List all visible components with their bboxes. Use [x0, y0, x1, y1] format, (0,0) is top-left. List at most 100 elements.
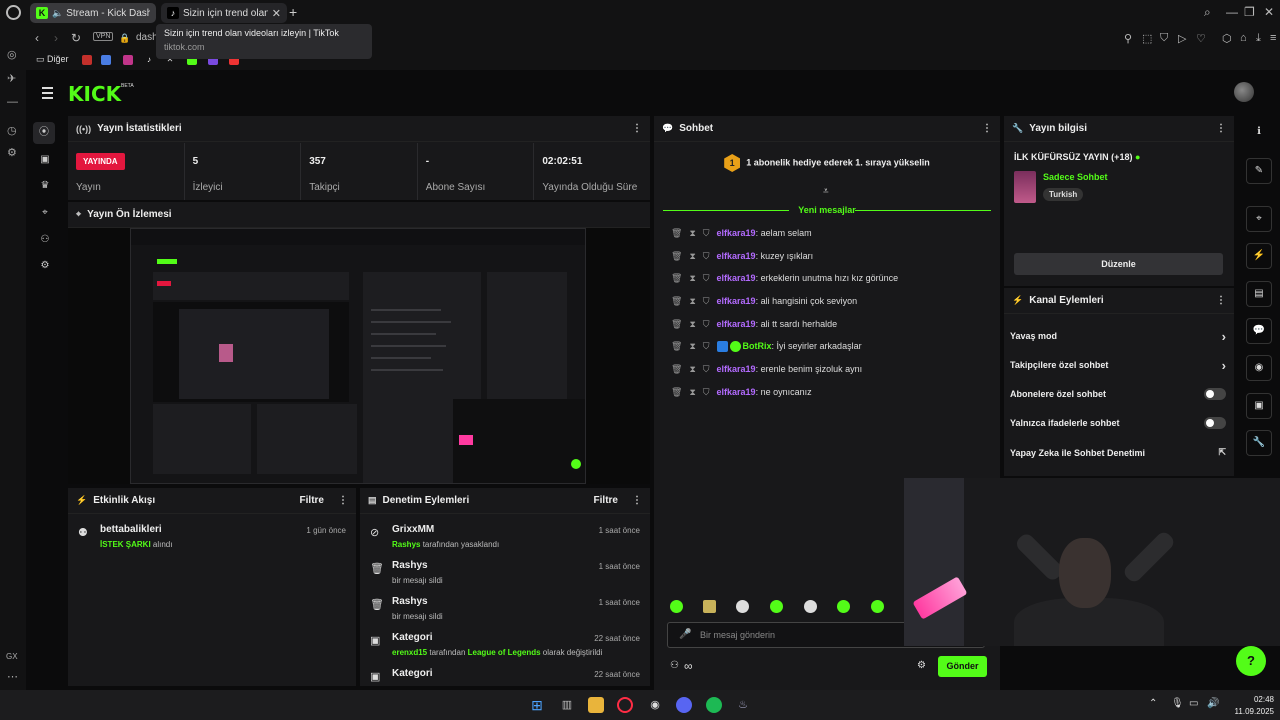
ban-shield-icon[interactable]: ⛉ — [703, 319, 710, 329]
microphone-icon[interactable]: 🎤 — [679, 629, 691, 640]
emote-icon[interactable] — [770, 600, 783, 613]
ban-shield-icon[interactable]: ⛉ — [703, 296, 710, 306]
slow-mode-item[interactable]: Yavaş mod › — [1010, 329, 1226, 344]
moderation-item-name[interactable]: Kategori — [392, 632, 433, 643]
delete-icon[interactable]: 🗑 — [671, 273, 682, 283]
taskbar-clock[interactable]: 02:48 11.09.2025 — [1234, 694, 1274, 718]
back-icon[interactable]: ‹ — [35, 31, 39, 45]
more-options-icon[interactable]: ⋮ — [1216, 295, 1226, 306]
filter-button[interactable]: Filtre — [300, 495, 324, 506]
downloads-icon[interactable]: ⤓ — [1256, 32, 1261, 45]
delete-icon[interactable]: 🗑 — [671, 387, 682, 397]
timeout-icon[interactable]: ⧗ — [689, 341, 695, 351]
stream-preview-video[interactable] — [68, 228, 650, 484]
more-options-icon[interactable]: ⋮ — [338, 495, 348, 506]
network-icon[interactable]: ▭ — [1189, 698, 1198, 709]
tiktok-icon[interactable]: ♪ — [144, 55, 154, 65]
infinity-icon[interactable]: ∞ — [684, 659, 693, 673]
extensions-icon[interactable]: ⬡ — [1222, 32, 1232, 45]
timeout-icon[interactable]: ⧗ — [689, 228, 695, 238]
chat-username[interactable]: elfkara19 — [717, 319, 756, 329]
task-view-icon[interactable]: ▥ — [559, 697, 575, 713]
opera-gx-icon[interactable] — [617, 697, 633, 713]
lock-icon[interactable]: 🔒 — [119, 33, 130, 44]
moderation-list-icon[interactable]: ▣ — [1246, 393, 1272, 419]
chat-username[interactable]: BotRix — [743, 341, 772, 351]
category-name[interactable]: Sadece Sohbet — [1043, 172, 1108, 182]
snapshot-icon[interactable]: ⬚ — [1142, 32, 1152, 45]
chat-username[interactable]: elfkara19 — [717, 273, 756, 283]
instagram-icon[interactable] — [123, 55, 133, 65]
shield-icon[interactable]: ⛉ — [1160, 32, 1168, 45]
pencil-icon[interactable]: ✎ — [1246, 158, 1272, 184]
timeout-icon[interactable]: ⧗ — [689, 273, 695, 283]
new-tab-icon[interactable]: + — [289, 4, 297, 20]
delete-icon[interactable]: 🗑 — [671, 251, 682, 261]
emotes-only-toggle[interactable] — [1204, 417, 1226, 429]
reload-icon[interactable]: ↻ — [71, 31, 81, 45]
ban-shield-icon[interactable]: ⛉ — [703, 341, 710, 351]
webcam-overlay[interactable] — [904, 478, 1280, 646]
ban-shield-icon[interactable]: ⛉ — [703, 364, 710, 374]
emote-icon[interactable] — [837, 600, 850, 613]
aria-icon[interactable]: ◎ — [7, 48, 17, 61]
user-avatar[interactable] — [1234, 82, 1254, 102]
discord-icon[interactable] — [676, 697, 692, 713]
search-tabs-icon[interactable]: ⌕ — [1204, 5, 1211, 20]
emote-icon[interactable] — [871, 600, 884, 613]
translate-icon[interactable] — [101, 55, 111, 65]
send-button[interactable]: Gönder — [938, 656, 987, 677]
moderation-item-name[interactable]: Rashys — [392, 596, 428, 607]
filter-button[interactable]: Filtre — [594, 495, 618, 506]
emote-icon[interactable] — [703, 600, 716, 613]
settings-icon[interactable]: ⚙ — [37, 260, 53, 271]
followers-only-item[interactable]: Takipçilere özel sohbet › — [1010, 358, 1226, 373]
notes-icon[interactable]: ▤ — [1246, 281, 1272, 307]
ban-shield-icon[interactable]: ⛉ — [703, 251, 710, 261]
windows-start-icon[interactable]: ⊞ — [529, 697, 545, 713]
timeout-icon[interactable]: ⧗ — [689, 251, 695, 261]
minimize-icon[interactable]: — — [1226, 5, 1238, 19]
timeout-icon[interactable]: ⧗ — [689, 296, 695, 306]
timeout-icon[interactable]: ⧗ — [689, 319, 695, 329]
trophy-icon[interactable]: ♛ — [37, 180, 53, 191]
delete-icon[interactable]: 🗑 — [671, 296, 682, 306]
more-options-icon[interactable]: ⋮ — [632, 495, 642, 506]
chat-username[interactable]: elfkara19 — [717, 228, 756, 238]
tab-tiktok[interactable]: ♪ Sizin için trend olan v ✕ — [161, 3, 287, 23]
forward-icon[interactable]: › — [54, 31, 58, 45]
clip-icon[interactable]: ⌖ — [1246, 206, 1272, 232]
delete-icon[interactable]: 🗑 — [671, 228, 682, 238]
kick-logo[interactable]: KICK — [68, 82, 121, 106]
tray-arrow-icon[interactable]: ⌃ — [1149, 698, 1157, 709]
chat-bubble-icon[interactable]: 💬 — [1246, 318, 1272, 344]
delete-icon[interactable]: 🗑 — [671, 341, 682, 351]
more-options-icon[interactable]: ⋮ — [982, 123, 992, 134]
emote-icon[interactable] — [736, 600, 749, 613]
info-icon[interactable]: ℹ — [1246, 120, 1272, 146]
ban-shield-icon[interactable]: ⛉ — [703, 387, 710, 397]
subscribers-only-toggle[interactable] — [1204, 388, 1226, 400]
moderation-item-name[interactable]: GrixxMM — [392, 524, 434, 535]
bookmark-folder[interactable]: ▭ Diğer — [36, 54, 69, 65]
moderation-item-name[interactable]: Rashys — [392, 560, 428, 571]
pin-icon[interactable]: ⚲ — [1124, 32, 1132, 45]
settings-icon[interactable]: ⚙ — [7, 146, 17, 159]
gx-label[interactable]: GX — [6, 652, 18, 661]
moderation-item-name[interactable]: Kategori — [392, 668, 433, 679]
chat-settings-icon[interactable]: ⚙ — [917, 660, 926, 671]
flow-icon[interactable]: ✈ — [7, 72, 16, 85]
more-options-icon[interactable]: ⋮ — [632, 123, 642, 134]
opera-logo-icon[interactable] — [6, 5, 21, 20]
heart-icon[interactable]: ♡ — [1196, 32, 1206, 45]
ban-shield-icon[interactable]: ⛉ — [703, 228, 710, 238]
emote-icon[interactable] — [804, 600, 817, 613]
chat-username[interactable]: elfkara19 — [717, 296, 756, 306]
more-options-icon[interactable]: ⋮ — [1216, 123, 1226, 134]
timeout-icon[interactable]: ⧗ — [689, 364, 695, 374]
wrench-icon[interactable]: 🔧 — [1246, 430, 1272, 456]
delete-icon[interactable]: 🗑 — [671, 319, 682, 329]
chat-username[interactable]: elfkara19 — [717, 364, 756, 374]
spotify-icon[interactable] — [706, 697, 722, 713]
help-chat-icon[interactable]: ? — [1236, 646, 1266, 676]
